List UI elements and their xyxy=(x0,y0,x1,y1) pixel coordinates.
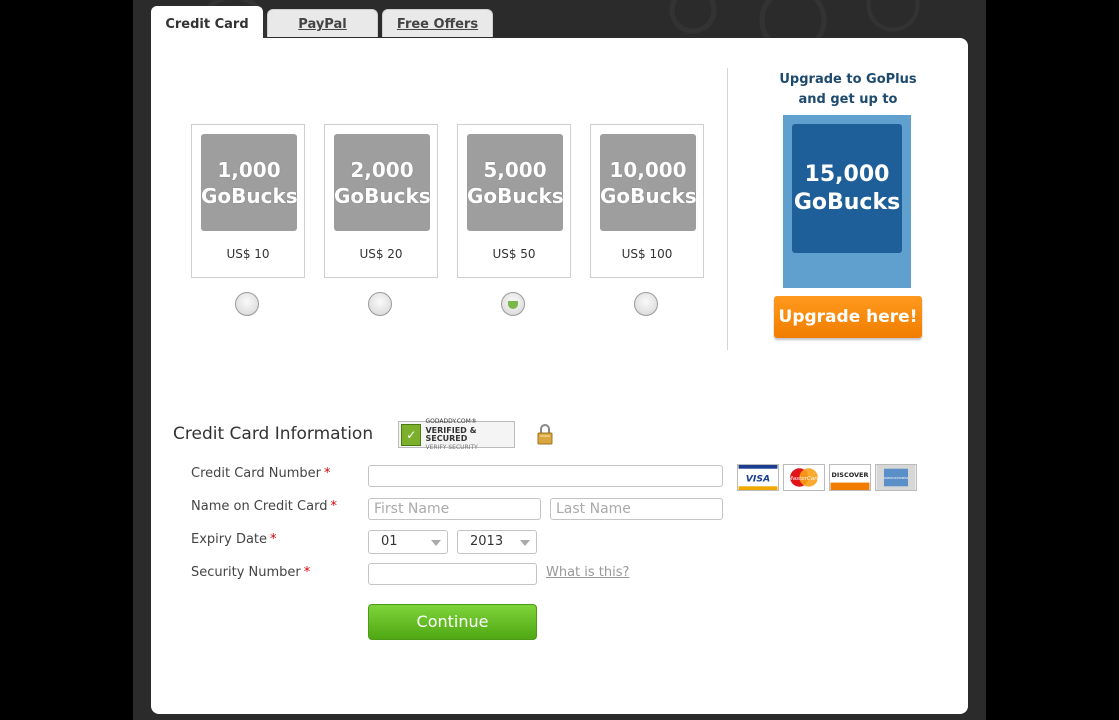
required-mark: * xyxy=(303,565,311,580)
package-amount: 2,000 xyxy=(350,157,414,182)
tab-credit-card[interactable]: Credit Card xyxy=(151,6,263,40)
tab-label: PayPal xyxy=(298,17,347,32)
last-name-input[interactable]: Last Name xyxy=(550,498,723,520)
security-seal[interactable]: ✓ GODADDY.COM® VERIFIED & SECURED VERIFY… xyxy=(398,417,515,451)
gobucks-tile: 1,000 GoBucks xyxy=(201,134,298,231)
gobucks-tile: 5,000 GoBucks xyxy=(467,134,564,231)
package-amount: 1,000 xyxy=(217,157,281,182)
select-value: 01 xyxy=(381,534,398,549)
package-radio-10000[interactable] xyxy=(634,292,658,316)
tab-label: Free Offers xyxy=(396,17,479,32)
gobucks-tile: 15,000 GoBucks xyxy=(792,124,902,253)
package-radio-5000[interactable] xyxy=(501,292,525,316)
label-text: Expiry Date xyxy=(191,532,268,547)
required-mark: * xyxy=(330,499,337,514)
package-card-2000[interactable]: 2,000 GoBucks US$ 20 xyxy=(324,124,438,278)
required-mark: * xyxy=(270,532,277,547)
card-logo-label: AMERICAN EXPRESS xyxy=(884,477,909,480)
card-number-input[interactable] xyxy=(368,465,723,487)
tab-free-offers[interactable]: Free Offers xyxy=(382,9,493,37)
upsell-unit: GoBucks xyxy=(793,189,901,215)
package-price: US$ 20 xyxy=(359,247,403,261)
upsell-line-1: Upgrade to GoPlus xyxy=(779,72,917,87)
expiry-label: Expiry Date * xyxy=(191,532,277,547)
card-logo-label: DISCOVER xyxy=(832,471,869,479)
chevron-down-icon xyxy=(431,540,441,546)
what-is-this-link[interactable]: What is this? xyxy=(546,565,629,580)
security-number-label: Security Number * xyxy=(191,565,310,580)
gobucks-tile: 2,000 GoBucks xyxy=(334,134,431,231)
padlock-icon xyxy=(537,424,553,445)
package-unit: GoBucks xyxy=(600,183,697,208)
mastercard-icon: MasterCard xyxy=(783,464,825,491)
discover-icon: DISCOVER xyxy=(829,464,871,491)
label-text: Credit Card Number xyxy=(191,466,321,481)
package-unit: GoBucks xyxy=(201,183,298,208)
first-name-input[interactable]: First Name xyxy=(368,498,541,520)
required-mark: * xyxy=(324,466,331,481)
package-unit: GoBucks xyxy=(467,183,564,208)
label-text: Name on Credit Card xyxy=(191,499,328,514)
gobucks-tile: 10,000 GoBucks xyxy=(600,134,697,231)
package-card-10000[interactable]: 10,000 GoBucks US$ 100 xyxy=(590,124,704,278)
expiry-year-select[interactable]: 2013 xyxy=(457,530,537,554)
chevron-down-icon xyxy=(520,540,530,546)
upsell-card: 15,000 GoBucks xyxy=(783,115,911,288)
label-text: Security Number xyxy=(191,565,301,580)
visa-icon: VISA xyxy=(737,464,779,491)
card-logo-label: VISA xyxy=(746,474,770,485)
package-amount: 5,000 xyxy=(483,157,547,182)
divider xyxy=(727,68,728,350)
shield-check-icon: ✓ xyxy=(401,423,422,446)
seal-line-2: VERIFIED & SECURED xyxy=(425,425,477,443)
package-price: US$ 10 xyxy=(226,247,270,261)
tab-paypal[interactable]: PayPal xyxy=(267,9,378,37)
section-title: Credit Card Information xyxy=(173,424,374,444)
expiry-month-select[interactable]: 01 xyxy=(368,530,448,554)
seal-line-1: GODADDY.COM® xyxy=(425,417,477,425)
seal-line-3: VERIFY SECURITY xyxy=(425,443,478,451)
tab-label: Credit Card xyxy=(165,17,249,32)
package-radio-1000[interactable] xyxy=(235,292,259,316)
card-logo-label: MasterCard xyxy=(788,476,820,482)
package-radio-2000[interactable] xyxy=(368,292,392,316)
package-unit: GoBucks xyxy=(334,183,431,208)
package-price: US$ 50 xyxy=(492,247,536,261)
security-number-input[interactable] xyxy=(368,563,537,585)
upsell-heading: Upgrade to GoPlus and get up to xyxy=(770,70,926,110)
upsell-line-2: and get up to xyxy=(798,92,898,107)
card-number-label: Credit Card Number * xyxy=(191,466,331,481)
amex-icon: AMERICAN EXPRESS xyxy=(875,464,917,491)
package-price: US$ 100 xyxy=(621,247,673,261)
package-card-5000[interactable]: 5,000 GoBucks US$ 50 xyxy=(457,124,571,278)
package-amount: 10,000 xyxy=(609,157,687,182)
upsell-amount: 15,000 xyxy=(804,161,890,187)
select-value: 2013 xyxy=(470,534,504,549)
name-label: Name on Credit Card * xyxy=(191,499,337,514)
continue-button[interactable]: Continue xyxy=(368,604,537,640)
upgrade-button[interactable]: Upgrade here! xyxy=(774,296,922,338)
package-card-1000[interactable]: 1,000 GoBucks US$ 10 xyxy=(191,124,305,278)
